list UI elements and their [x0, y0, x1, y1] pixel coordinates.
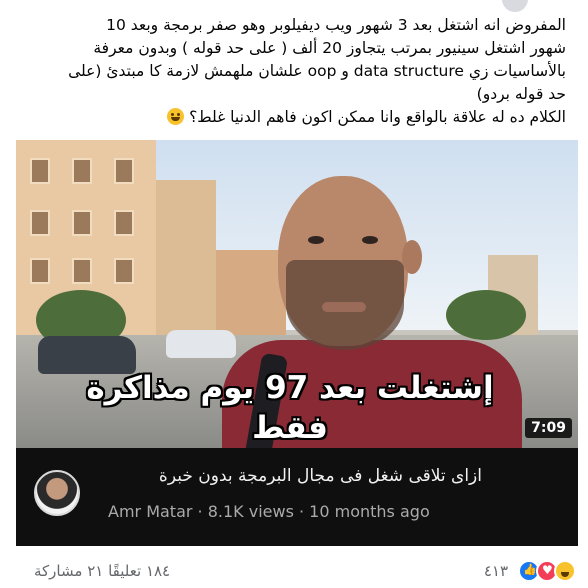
reaction-icons[interactable]	[512, 560, 576, 582]
video-thumbnail[interactable]: إشتغلت بعد 97 يوم مذاكرة فقط 7:09	[16, 140, 578, 448]
haha-icon	[554, 560, 576, 582]
thumbnail-person-eye	[362, 236, 378, 244]
channel-avatar[interactable]	[34, 470, 80, 516]
video-title[interactable]: ازاى تلاقى شغل فى مجال البرمجة بدون خبرة	[82, 466, 482, 486]
video-meta: Amr Matar · 8.1K views · 10 months ago	[108, 502, 430, 521]
thumbnail-person-mouth	[322, 302, 366, 312]
post-line-1: المفروض انه اشتغل بعد 3 شهور ويب ديفيلوب…	[106, 16, 566, 34]
author-avatar[interactable]	[502, 0, 528, 12]
post-line-4: حد قوله بردو)	[476, 85, 566, 103]
comments-count[interactable]: ١٨٤ تعليقًا	[108, 562, 170, 580]
shares-count[interactable]: ٢١ مشاركة	[34, 562, 103, 580]
thumbnail-car	[166, 330, 236, 358]
post-line-5-text: الكلام ده له علاقة بالواقع وانا ممكن اكو…	[189, 108, 566, 126]
engagement-summary: ١٨٤ تعليقًا ٢١ مشاركة	[34, 562, 170, 580]
reaction-count[interactable]: ٤١٣	[484, 562, 508, 580]
thumbnail-overlay-title: إشتغلت بعد 97 يوم مذاكرة فقط	[86, 370, 494, 446]
post-line-3: بالأساسيات زي data structure و oop علشان…	[68, 62, 566, 80]
post-line-2: شهور اشتغل سينيور بمرتب يتجاوز 20 ألف ( …	[93, 39, 566, 57]
post-line-5: الكلام ده له علاقة بالواقع وانا ممكن اكو…	[28, 106, 566, 129]
video-duration-badge: 7:09	[525, 418, 572, 438]
post-header-strip	[0, 0, 588, 12]
post-body-text: المفروض انه اشتغل بعد 3 شهور ويب ديفيلوب…	[28, 14, 566, 129]
reactions-bar: ٤١٣ ١٨٤ تعليقًا ٢١ مشاركة	[0, 558, 588, 586]
video-info-card[interactable]: ازاى تلاقى شغل فى مجال البرمجة بدون خبرة…	[16, 448, 578, 546]
thumbnail-person-ear	[402, 240, 422, 274]
thumbnail-tree	[446, 290, 526, 340]
thumbnail-person-eye	[308, 236, 324, 244]
grinning-face-emoji-icon	[167, 108, 185, 125]
